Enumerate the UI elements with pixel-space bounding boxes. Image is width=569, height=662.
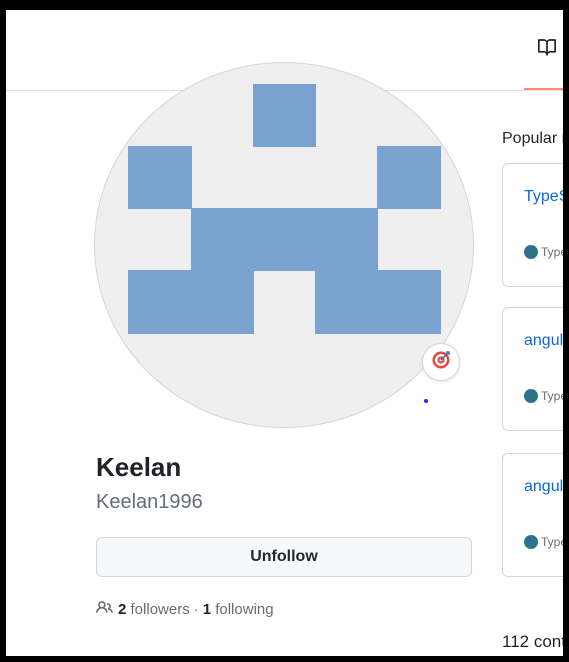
following-link[interactable]: 1 following (203, 601, 274, 618)
repo-link[interactable]: angular (524, 332, 563, 350)
repo-link[interactable]: TypeScript (524, 188, 563, 206)
repo-language: TypeScript (524, 245, 563, 259)
tab-overview[interactable] (524, 10, 563, 90)
book-icon (537, 38, 556, 61)
profile-page: Keelan Keelan1996 Unfollow 2 followers ·… (6, 10, 563, 656)
follow-stats: 2 followers · 1 following (96, 599, 274, 620)
people-icon (96, 599, 118, 620)
language-color-dot (524, 535, 538, 549)
followers-count: 2 (118, 601, 127, 618)
repo-card: TypeScript TypeScript (502, 163, 563, 287)
language-color-dot (524, 245, 538, 259)
following-label: following (215, 601, 274, 618)
follow-separator: · (193, 601, 199, 618)
followers-link[interactable]: 2 followers (118, 601, 190, 618)
repo-language-label: TypeScript (541, 245, 563, 259)
profile-username: Keelan1996 (96, 491, 203, 513)
following-count: 1 (202, 601, 212, 618)
status-dot (424, 399, 428, 403)
repo-card: angular TypeScript (502, 307, 563, 431)
repo-language-label: TypeScript (541, 535, 563, 549)
repo-card: angular TypeScript (502, 453, 563, 577)
avatar[interactable] (95, 63, 473, 427)
status-emoji-button[interactable] (422, 343, 460, 381)
contributions-summary: 112 contributions (502, 632, 563, 651)
language-color-dot (524, 389, 538, 403)
repo-language-label: TypeScript (541, 389, 563, 403)
repo-link[interactable]: angular (524, 478, 563, 496)
unfollow-button[interactable]: Unfollow (96, 537, 472, 577)
identicon (128, 84, 441, 334)
profile-full-name: Keelan (96, 452, 182, 482)
repo-language: TypeScript (524, 389, 563, 403)
repo-language: TypeScript (524, 535, 563, 549)
target-icon (431, 350, 451, 375)
popular-repositories-title: Popular repositories (502, 130, 563, 147)
followers-label: followers (130, 601, 190, 618)
